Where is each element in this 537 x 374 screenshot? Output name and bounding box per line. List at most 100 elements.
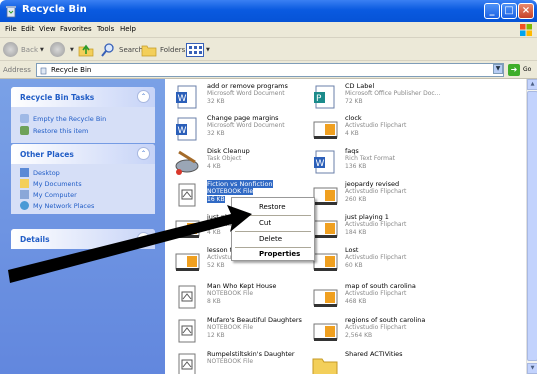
- empty-recycle-bin-link[interactable]: Empty the Recycle Bin: [20, 114, 106, 123]
- file-item[interactable]: Shared ACTIVities: [311, 349, 461, 374]
- scroll-thumb[interactable]: [527, 91, 537, 361]
- file-name: map of south carolina: [345, 282, 416, 290]
- word-doc-icon: W: [176, 117, 197, 141]
- file-item[interactable]: Mufaro's Beautiful Daughters NOTEBOOK Fil…: [173, 315, 323, 351]
- notebook-file-icon: [178, 183, 196, 207]
- details-panel: Details ⌄: [11, 229, 155, 249]
- menu-help[interactable]: Help: [120, 25, 136, 33]
- file-size: 136 KB: [345, 163, 367, 170]
- file-item[interactable]: Lost Activstudio Flipchart 60 KB: [311, 245, 461, 281]
- file-type: Microsoft Word Document: [207, 90, 285, 97]
- file-size: 260 KB: [345, 196, 367, 203]
- place-desktop[interactable]: Desktop: [20, 168, 60, 177]
- menu-edit[interactable]: Edit: [21, 25, 35, 33]
- menu-view[interactable]: View: [39, 25, 56, 33]
- file-item[interactable]: Wfaqs Rich Text Format 136 KB: [311, 146, 461, 182]
- other-places-panel: Other Places ⌃ Desktop My Documents My C…: [11, 144, 155, 214]
- go-button[interactable]: ➜: [508, 64, 520, 76]
- file-item[interactable]: Rumpelstiltskin's Daughter NOTEBOOK File: [173, 349, 323, 374]
- title-bar: Recycle Bin _ □ ×: [0, 0, 537, 22]
- file-size: 468 KB: [345, 298, 367, 305]
- go-label[interactable]: Go: [523, 66, 531, 73]
- file-item[interactable]: map of south carolina Activstudio Flipcha…: [311, 281, 461, 317]
- place-my-documents[interactable]: My Documents: [20, 179, 82, 188]
- search-button[interactable]: Search: [100, 41, 143, 58]
- file-name: clock: [345, 114, 362, 122]
- address-dropdown-button[interactable]: ▼: [493, 64, 503, 74]
- forward-button[interactable]: ▼: [50, 41, 74, 58]
- file-type: Task Object: [207, 155, 242, 162]
- notebook-file-icon: [178, 285, 196, 309]
- file-item[interactable]: Wadd or remove programs Microsoft Word Do…: [173, 81, 323, 117]
- forward-arrow-icon: [50, 42, 65, 57]
- file-size: 4 KB: [345, 130, 359, 137]
- address-input[interactable]: Recycle Bin: [36, 63, 504, 77]
- place-my-computer[interactable]: My Computer: [20, 190, 77, 199]
- panel-title: Recycle Bin Tasks: [20, 93, 95, 102]
- file-name: Change page margins: [207, 114, 279, 122]
- file-name: Mufaro's Beautiful Daughters: [207, 316, 302, 324]
- flipchart-icon: [313, 323, 338, 341]
- file-type: Activstudio Flipchart: [345, 324, 407, 331]
- menu-favorites[interactable]: Favorites: [60, 25, 92, 33]
- flipchart-icon: [313, 220, 338, 238]
- file-name: Rumpelstiltskin's Daughter: [207, 350, 295, 358]
- file-type: NOTEBOOK File: [207, 188, 254, 195]
- file-item[interactable]: regions of south carolina Activstudio Fli…: [311, 315, 461, 351]
- back-button[interactable]: Back ▼: [3, 41, 44, 58]
- vertical-scrollbar[interactable]: ▲ ▼: [526, 79, 537, 374]
- word-doc-icon: W: [176, 85, 197, 109]
- notebook-file-icon: [178, 353, 196, 374]
- file-size: 16 KB: [207, 196, 225, 203]
- menu-item-cut[interactable]: Cut: [232, 216, 314, 230]
- task-pane: Recycle Bin Tasks ⌃ Empty the Recycle Bi…: [0, 79, 165, 374]
- expand-chevron-icon[interactable]: ⌄: [137, 232, 150, 245]
- file-type: Microsoft Word Document: [207, 122, 285, 129]
- file-name: jeopardy revised: [345, 180, 400, 188]
- panel-title: Details: [20, 235, 50, 244]
- folders-button[interactable]: Folders: [141, 41, 185, 58]
- network-icon: [20, 201, 29, 210]
- views-button[interactable]: ▼: [186, 41, 210, 58]
- file-item[interactable]: P CD Label Microsoft Office Publisher Doc.…: [311, 81, 461, 117]
- publisher-doc-icon: P: [314, 85, 335, 109]
- menu-item-restore[interactable]: Restore: [232, 200, 314, 214]
- file-item[interactable]: just playing 1 Activstudio Flipchart 184 K…: [311, 212, 461, 248]
- scroll-up-button[interactable]: ▲: [527, 79, 537, 90]
- file-type: NOTEBOOK File: [207, 290, 254, 297]
- minimize-button[interactable]: _: [484, 3, 500, 19]
- file-item[interactable]: Disk Cleanup Task Object 4 KB: [173, 146, 323, 182]
- my-documents-icon: [20, 179, 29, 188]
- file-item[interactable]: W Change page margins Microsoft Word Docum…: [173, 113, 323, 149]
- address-value: Recycle Bin: [51, 66, 92, 74]
- file-name: Man Who Kept House: [207, 282, 277, 290]
- file-name: CD Label: [345, 82, 375, 90]
- file-name: faqs: [345, 147, 359, 155]
- menu-item-properties[interactable]: Properties: [232, 247, 314, 261]
- file-list: Wadd or remove programs Microsoft Word Do…: [165, 79, 526, 374]
- place-my-network-places[interactable]: My Network Places: [20, 201, 94, 210]
- restore-item-link[interactable]: Restore this item: [20, 126, 88, 135]
- flipchart-icon: [313, 289, 338, 307]
- maximize-button[interactable]: □: [501, 3, 517, 19]
- file-item[interactable]: Man Who Kept House NOTEBOOK File 8 KB: [173, 281, 323, 317]
- menu-file[interactable]: File: [5, 25, 17, 33]
- svg-text:W: W: [316, 159, 325, 169]
- windows-logo-icon: [520, 24, 532, 36]
- file-item[interactable]: jeopardy revised Activstudio Flipchart 260…: [311, 179, 461, 215]
- file-name: just playing 1: [345, 213, 389, 221]
- file-type: Microsoft Office Publisher Doc...: [345, 90, 441, 97]
- close-button[interactable]: ×: [518, 3, 534, 19]
- file-size: 2,564 KB: [345, 332, 373, 339]
- scroll-down-button[interactable]: ▼: [527, 363, 537, 374]
- toolbar: Back ▼ ▼ Search Folders ▼: [0, 38, 537, 61]
- flipchart-icon: [175, 253, 200, 271]
- menu-item-delete[interactable]: Delete: [232, 232, 314, 246]
- menu-tools[interactable]: Tools: [97, 25, 114, 33]
- collapse-chevron-icon[interactable]: ⌃: [137, 147, 150, 160]
- file-type: NOTEBOOK File: [207, 324, 254, 331]
- file-item[interactable]: clock Activstudio Flipchart 4 KB: [311, 113, 461, 149]
- file-size: 32 KB: [207, 130, 225, 137]
- collapse-chevron-icon[interactable]: ⌃: [137, 90, 150, 103]
- up-folder-button[interactable]: [78, 41, 94, 58]
